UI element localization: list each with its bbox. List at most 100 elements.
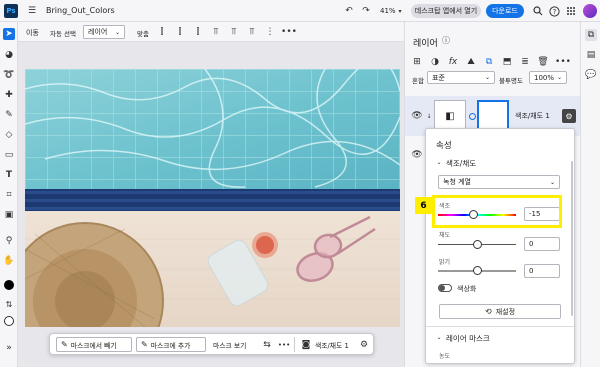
properties-panel: 속성 ⌄ 색조/채도 녹청 계열 ⌄ 색조 -15 채도 0 밝기 0 색상화 …: [425, 128, 576, 364]
image-icon[interactable]: ⛰: [465, 56, 477, 68]
layers-title: 레이어: [413, 39, 438, 49]
clip-icon: ↓: [426, 112, 432, 120]
reset-icon: ⟲: [484, 307, 492, 316]
user-avatar[interactable]: [583, 4, 597, 18]
opacity-label: 불투명도: [499, 77, 523, 85]
zoom-level[interactable]: 41%: [380, 7, 396, 15]
preset-dropdown[interactable]: 녹청 계열 ⌄: [438, 175, 560, 189]
search-icon[interactable]: [532, 5, 544, 17]
move-tool-icon[interactable]: ➤: [3, 28, 15, 40]
opacity-value: 100%: [534, 73, 555, 82]
chevron-down-icon: ⌄: [556, 74, 562, 81]
scrollbar[interactable]: [571, 161, 573, 316]
adjustment-layer-icon[interactable]: ◑: [429, 56, 441, 68]
document-title[interactable]: Bring_Out_Colors: [46, 6, 115, 15]
add-mask-label: 마스크에 추가: [150, 341, 191, 350]
align-vcenter-icon[interactable]: ⫪: [228, 26, 240, 38]
properties-panel-icon[interactable]: ▤: [585, 49, 597, 61]
toggle-knob: [439, 285, 445, 291]
divider: [426, 326, 576, 327]
subtract-mask-button[interactable]: ✎ 마스크에서 빼기: [56, 337, 132, 352]
chevron-down-icon: ⌄: [484, 74, 490, 81]
layer-name[interactable]: 색조/채도 1: [515, 111, 550, 121]
lightness-slider-thumb[interactable]: [472, 266, 482, 275]
quick-selection-icon[interactable]: ◕: [3, 49, 15, 61]
adjustments-icon[interactable]: ⚙: [358, 339, 370, 351]
layer-mask-section-title[interactable]: 레이어 마스크: [446, 333, 490, 344]
reset-button[interactable]: ⟲ 재설정: [439, 304, 561, 319]
chevron-down-icon[interactable]: ⌄: [435, 333, 443, 341]
download-button[interactable]: 다운로드: [486, 4, 524, 18]
stack-icon[interactable]: ≣: [519, 56, 531, 68]
align-label: 맞춤: [137, 30, 149, 38]
place-image-icon[interactable]: ▣: [3, 209, 15, 221]
reset-label: 재설정: [495, 307, 516, 316]
distribute-icon[interactable]: ⋮: [264, 26, 276, 38]
align-hcenter-icon[interactable]: ⫿: [174, 26, 186, 38]
canvas-image[interactable]: [25, 69, 400, 327]
add-layer-icon[interactable]: ⊞: [411, 56, 423, 68]
hue-saturation-section-title[interactable]: 색조/채도: [446, 158, 476, 169]
open-desktop-button[interactable]: 데스크탑 앱에서 열기: [411, 4, 481, 18]
apps-grid-icon[interactable]: [565, 5, 577, 17]
healing-brush-icon[interactable]: ✚: [3, 89, 15, 101]
opacity-dropdown[interactable]: 100% ⌄: [529, 71, 567, 84]
chevron-down-icon[interactable]: ⌄: [435, 158, 443, 166]
more-icon[interactable]: •••: [278, 339, 290, 351]
expand-toolbar-icon[interactable]: »: [3, 342, 15, 354]
add-mask-button[interactable]: ✎ 마스크에 추가: [136, 337, 206, 352]
lasso-icon[interactable]: ➰: [3, 69, 15, 81]
crop-icon[interactable]: ⌗: [3, 189, 15, 201]
mask-link-icon[interactable]: ⧉: [483, 56, 495, 68]
layer-name-label: 색조/채도 1: [315, 342, 349, 350]
zoom-chevron-icon[interactable]: ▾: [396, 6, 404, 16]
visibility-eye-icon[interactable]: 👁: [411, 110, 423, 122]
align-bottom-icon[interactable]: ⫪: [246, 26, 258, 38]
undo-icon[interactable]: ↶: [343, 5, 355, 17]
svg-text:?: ?: [552, 8, 556, 16]
saturation-value-field[interactable]: 0: [524, 237, 560, 251]
divider: [294, 337, 295, 352]
mask-link-icon[interactable]: [469, 113, 476, 120]
mask-icon: ◙: [301, 340, 311, 350]
lightness-value-field[interactable]: 0: [524, 264, 560, 278]
layer-select-dropdown[interactable]: 레이어 ⌄: [83, 25, 125, 39]
group-icon[interactable]: ⬒: [501, 56, 513, 68]
info-icon[interactable]: ⓘ: [441, 35, 451, 45]
saturation-label: 채도: [439, 232, 451, 239]
layer-settings-icon[interactable]: ⚙: [562, 109, 576, 123]
more-options-icon[interactable]: •••: [281, 26, 297, 38]
layers-panel-icon[interactable]: ⧉: [585, 29, 597, 41]
rectangle-icon[interactable]: ▭: [3, 149, 15, 161]
photoshop-logo: Ps: [4, 4, 18, 18]
help-icon[interactable]: ?: [548, 5, 560, 17]
properties-title: 속성: [436, 141, 452, 151]
align-left-icon[interactable]: ⫿: [156, 26, 168, 38]
foreground-color-swatch[interactable]: [4, 280, 14, 290]
comments-icon[interactable]: 💬: [585, 69, 597, 81]
background-color-swatch[interactable]: [4, 316, 14, 326]
saturation-slider-thumb[interactable]: [472, 240, 482, 249]
hamburger-menu-icon[interactable]: ☰: [26, 5, 38, 17]
lightness-label: 밝기: [439, 259, 451, 266]
preset-value: 녹청 계열: [443, 178, 471, 186]
brush-icon[interactable]: ✎: [3, 109, 15, 121]
eraser-icon[interactable]: ◇: [3, 129, 15, 141]
move-label: 이동: [26, 29, 39, 37]
eyedropper-icon[interactable]: ⚲: [3, 235, 15, 247]
type-tool-icon[interactable]: T: [3, 169, 15, 181]
blend-mode-dropdown[interactable]: 표준 ⌄: [427, 71, 495, 84]
hand-tool-icon[interactable]: ✋: [3, 255, 15, 267]
invert-mask-icon[interactable]: ⇆: [261, 339, 273, 351]
align-top-icon[interactable]: ⫪: [210, 26, 222, 38]
swap-colors-icon[interactable]: ⇅: [3, 298, 15, 310]
view-mask-button[interactable]: 마스크 보기: [213, 340, 246, 350]
redo-icon[interactable]: ↷: [360, 5, 372, 17]
align-right-icon[interactable]: ⫿: [192, 26, 204, 38]
visibility-eye-icon[interactable]: 👁: [411, 149, 423, 161]
colorize-toggle[interactable]: [438, 284, 452, 292]
top-bar: Ps ☰ Bring_Out_Colors ↶ ↷ 41% ▾ 데스크탑 앱에서…: [0, 0, 600, 22]
delete-icon[interactable]: 🗑: [537, 56, 549, 68]
more-icon[interactable]: •••: [555, 56, 571, 68]
fx-icon[interactable]: fx: [447, 56, 459, 68]
